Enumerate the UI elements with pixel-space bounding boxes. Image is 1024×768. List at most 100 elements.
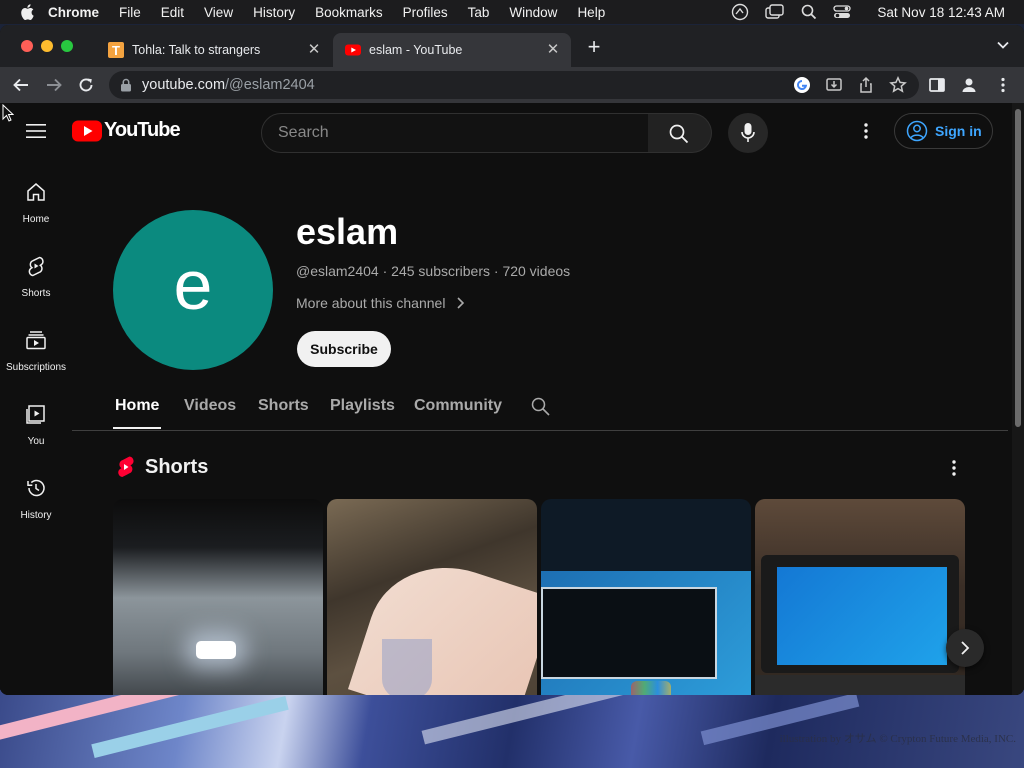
chrome-menu-icon[interactable]: [994, 76, 1012, 94]
menu-tab[interactable]: Tab: [468, 5, 490, 20]
svg-text:T: T: [112, 43, 120, 58]
voice-search-button[interactable]: [728, 113, 768, 153]
sign-in-button[interactable]: Sign in: [894, 113, 993, 149]
tabs-divider: [72, 430, 1008, 431]
subscriptions-icon: [26, 331, 46, 350]
close-window-button[interactable]: [21, 40, 33, 52]
nav-item-subscriptions[interactable]: Subscriptions: [0, 329, 72, 375]
search-button[interactable]: [648, 113, 712, 153]
nav-label: Home: [22, 214, 50, 225]
apple-menu-icon[interactable]: [20, 4, 34, 20]
subscriber-count: 245 subscribers: [391, 263, 490, 279]
menu-profiles[interactable]: Profiles: [403, 5, 448, 20]
close-tab-icon[interactable]: ✕: [545, 42, 561, 58]
tab-playlists[interactable]: Playlists: [330, 397, 395, 415]
menu-bookmarks[interactable]: Bookmarks: [315, 5, 383, 20]
chevron-right-icon: [961, 641, 970, 655]
tab-home[interactable]: Home: [115, 397, 159, 415]
search-input[interactable]: Search: [261, 113, 649, 153]
shorts-icon: [28, 256, 44, 277]
share-icon[interactable]: [857, 76, 875, 94]
spotlight-icon[interactable]: [801, 4, 817, 20]
menu-view[interactable]: View: [204, 5, 233, 20]
short-thumbnail[interactable]: [541, 499, 751, 695]
tab-title: Tohla: Talk to strangers: [132, 43, 261, 57]
active-tab-underline: [113, 427, 161, 429]
shelf-next-button[interactable]: [946, 629, 984, 667]
nav-item-history[interactable]: History: [0, 477, 72, 523]
settings-more-icon[interactable]: [856, 121, 876, 141]
home-icon: [27, 183, 45, 201]
tab-community[interactable]: Community: [414, 397, 502, 415]
more-about-channel-link[interactable]: More about this channel: [296, 295, 465, 311]
thumbnail-laptop-keyboard: [755, 675, 965, 695]
shorts-more-icon[interactable]: [944, 458, 964, 478]
hamburger-menu-icon[interactable]: [26, 123, 46, 139]
tab-tohla[interactable]: T Tohla: Talk to strangers ✕: [96, 33, 332, 67]
letter-t-icon: T: [108, 42, 124, 58]
menu-app-name[interactable]: Chrome: [48, 5, 99, 20]
account-circle-icon: [906, 120, 928, 142]
nav-item-you[interactable]: You: [0, 403, 72, 449]
sign-in-label: Sign in: [935, 123, 982, 139]
menu-edit[interactable]: Edit: [161, 5, 184, 20]
search-placeholder: Search: [278, 124, 329, 141]
youtube-masthead: YouTube Search Sign in: [0, 103, 1012, 159]
url-host: youtube.com: [142, 77, 226, 93]
thumbnail-laptop-screen: [777, 567, 947, 665]
nav-item-shorts[interactable]: Shorts: [0, 255, 72, 301]
minimize-window-button[interactable]: [41, 40, 53, 52]
shorts-section-header: Shorts: [116, 455, 208, 479]
google-lens-icon[interactable]: [793, 76, 811, 94]
search-icon: [669, 124, 689, 144]
wallpaper-stripe: [421, 690, 639, 745]
address-bar[interactable]: youtube.com/@eslam2404: [109, 71, 919, 99]
youtube-wordmark: YouTube: [104, 119, 181, 141]
screen-time-icon[interactable]: [731, 3, 749, 21]
tab-search-chevron-icon[interactable]: [996, 38, 1010, 52]
control-center-icon[interactable]: [833, 5, 852, 19]
tab-videos[interactable]: Videos: [184, 397, 236, 415]
url-path: /@eslam2404: [225, 77, 315, 93]
history-icon: [27, 479, 45, 497]
zoom-window-button[interactable]: [61, 40, 73, 52]
install-app-icon[interactable]: [825, 76, 843, 94]
page-scrollbar[interactable]: [1012, 103, 1024, 695]
subscribe-button[interactable]: Subscribe: [297, 331, 391, 367]
back-arrow-icon[interactable]: [12, 76, 30, 94]
channel-search-icon[interactable]: [531, 397, 550, 416]
window-switcher-icon[interactable]: [765, 4, 785, 20]
menu-window[interactable]: Window: [509, 5, 557, 20]
channel-avatar[interactable]: e: [113, 210, 273, 370]
profile-icon[interactable]: [960, 76, 978, 94]
nav-item-home[interactable]: Home: [0, 181, 72, 227]
microphone-icon: [741, 123, 755, 142]
new-tab-button[interactable]: +: [584, 36, 604, 58]
forward-arrow-icon[interactable]: [45, 76, 63, 94]
reload-icon[interactable]: [77, 76, 95, 94]
short-thumbnail[interactable]: [327, 499, 537, 695]
close-tab-icon[interactable]: ✕: [306, 42, 322, 58]
menu-help[interactable]: Help: [577, 5, 605, 20]
bookmark-star-icon[interactable]: [889, 76, 907, 94]
scrollbar-thumb[interactable]: [1015, 109, 1021, 427]
shorts-section-title: Shorts: [145, 455, 209, 478]
channel-name: eslam: [296, 211, 399, 252]
side-panel-icon[interactable]: [928, 76, 946, 94]
url-text: youtube.com/@eslam2404: [142, 77, 315, 93]
menu-history[interactable]: History: [253, 5, 295, 20]
short-thumbnail[interactable]: [113, 499, 323, 695]
browser-toolbar: youtube.com/@eslam2404: [0, 67, 1024, 103]
short-thumbnail[interactable]: [755, 499, 965, 695]
tab-title: eslam - YouTube: [369, 43, 463, 57]
macos-menu-bar: Chrome File Edit View History Bookmarks …: [0, 0, 1024, 24]
lock-icon[interactable]: [120, 78, 132, 92]
tab-shorts[interactable]: Shorts: [258, 397, 309, 415]
youtube-logo[interactable]: YouTube: [72, 119, 181, 142]
nav-label: History: [20, 510, 52, 521]
desktop-wallpaper: illustration by オサム © Crypton Future Med…: [0, 690, 1024, 768]
menu-file[interactable]: File: [119, 5, 141, 20]
tab-youtube[interactable]: eslam - YouTube ✕: [333, 33, 571, 67]
menubar-clock[interactable]: Sat Nov 18 12:43 AM: [877, 5, 1005, 20]
youtube-icon: [345, 44, 361, 56]
